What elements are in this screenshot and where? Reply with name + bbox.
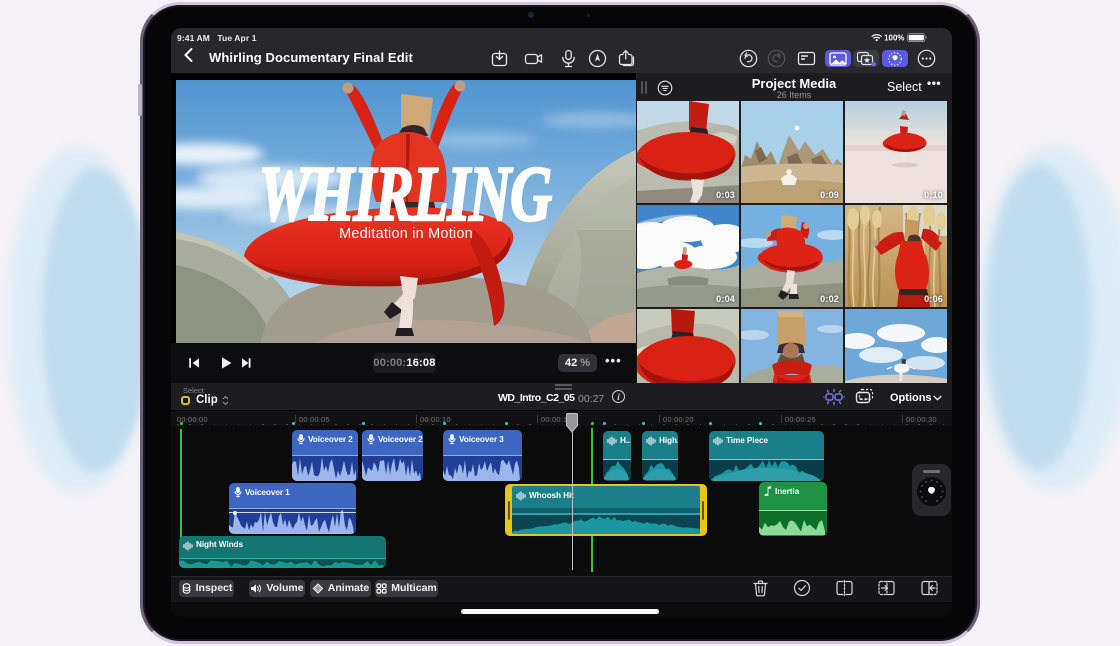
- svg-text:WHIRLING: WHIRLING: [259, 151, 552, 237]
- svg-text:Meditation in Motion: Meditation in Motion: [339, 226, 473, 242]
- svg-text:100%: 100%: [884, 33, 904, 42]
